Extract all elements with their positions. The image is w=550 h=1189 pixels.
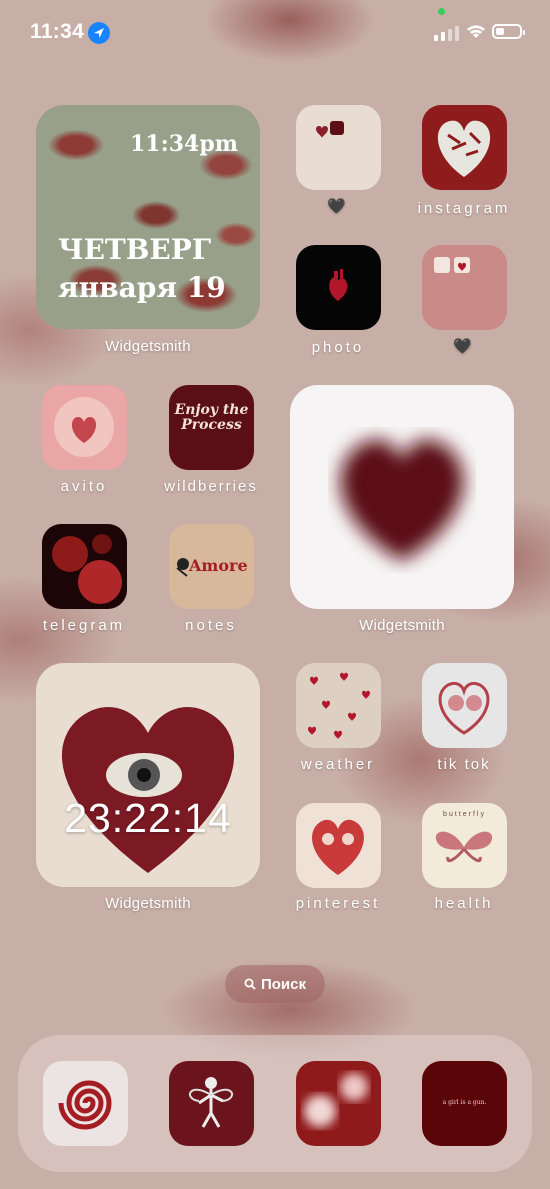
widget-label: Widgetsmith (105, 895, 191, 912)
app-tiktok[interactable] (422, 663, 507, 748)
skull-heart-icon (312, 819, 364, 875)
clock-time: 23:22:14 (64, 795, 232, 841)
app-label: 🖤 (453, 338, 475, 355)
status-time: 11:34 (30, 20, 85, 43)
search-label: Поиск (260, 975, 306, 993)
skeleton-fairy-icon (188, 1077, 234, 1128)
spiral-icon (58, 1080, 112, 1130)
location-arrow-icon (88, 22, 110, 44)
hearts-icon (434, 257, 470, 273)
widget-weekday: ЧЕТВЕРГ (58, 233, 212, 266)
app-instagram[interactable] (422, 105, 507, 190)
hearts-icon (316, 121, 344, 138)
app-health[interactable]: butterfly (422, 803, 507, 888)
app-label: notes (185, 617, 237, 634)
app-label: photo (311, 339, 365, 356)
abstract-blur-icon (304, 1073, 368, 1127)
cellular-signal-icon (434, 26, 459, 41)
blurred-heart-icon (340, 439, 464, 561)
app-label: wildberries (164, 478, 258, 495)
heart-icon (54, 397, 114, 457)
app-avito[interactable] (42, 385, 127, 470)
clock-widget[interactable]: 23:22:14 (36, 663, 260, 887)
red-photo-icon (52, 534, 122, 604)
heart-widget[interactable] (290, 385, 514, 609)
battery-icon (492, 24, 525, 39)
app-label: instagram (417, 200, 511, 217)
app-pinterest[interactable] (296, 803, 381, 888)
skull-heart-icon (438, 681, 490, 735)
widget-label: Widgetsmith (359, 617, 445, 634)
heart-collage-icon (437, 120, 491, 177)
search-icon (244, 978, 256, 990)
app-telegram[interactable] (42, 524, 127, 609)
app-label: tik tok (437, 756, 491, 773)
icon-text: a girl is a gun. (442, 1099, 487, 1106)
app-folder-hearts[interactable] (296, 105, 381, 190)
date-widget[interactable]: 11:34pm ЧЕТВЕРГ января 19 (36, 105, 260, 329)
app-label: health (434, 895, 494, 912)
dock-app-blur[interactable] (296, 1061, 381, 1146)
app-wildberries[interactable]: Enjoy the Process (169, 385, 254, 470)
dock-app-quote[interactable]: a girl is a gun. (422, 1061, 507, 1146)
app-label: telegram (42, 617, 126, 634)
app-label: 🖤 (327, 198, 349, 215)
icon-text: Amore (189, 556, 248, 575)
anatomical-heart-icon (329, 269, 348, 301)
app-notes[interactable]: Amore (169, 524, 254, 609)
widget-time: 11:34pm (129, 131, 238, 157)
app-label: avito (60, 478, 108, 495)
app-label: weather (300, 756, 376, 773)
widget-date: января 19 (58, 271, 226, 304)
icon-text: Enjoy the Process (174, 402, 249, 433)
hearts-pattern-icon (308, 672, 370, 739)
wifi-icon (467, 25, 485, 38)
heart-eye-icon (61, 707, 235, 873)
dock-app-spiral[interactable] (43, 1061, 128, 1146)
app-photo[interactable] (296, 245, 381, 330)
camera-indicator-dot (438, 8, 445, 15)
app-label: pinterest (295, 895, 381, 912)
app-weather[interactable] (296, 663, 381, 748)
app-folder-pink[interactable] (422, 245, 507, 330)
butterfly-icon (435, 831, 493, 863)
dock-app-fairy[interactable] (169, 1061, 254, 1146)
search-button[interactable]: Поиск (225, 965, 325, 1003)
widget-label: Widgetsmith (105, 338, 191, 355)
